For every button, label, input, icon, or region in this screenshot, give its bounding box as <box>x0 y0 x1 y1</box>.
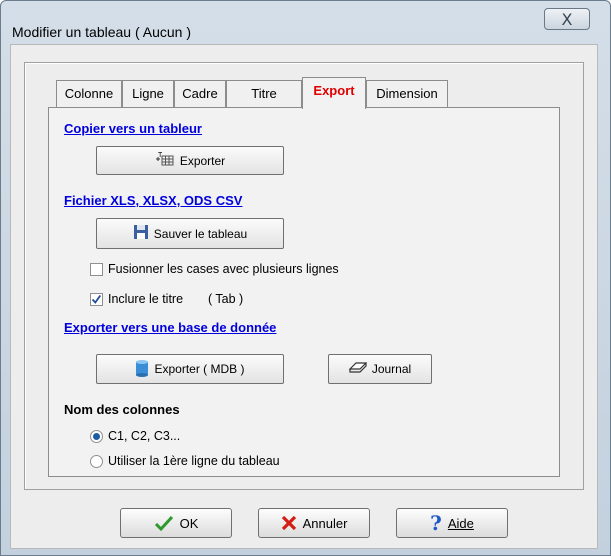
file-section-link[interactable]: Fichier XLS, XLSX, ODS CSV <box>64 193 242 208</box>
ok-label: OK <box>179 515 199 531</box>
close-button[interactable]: X <box>544 8 590 30</box>
export-mdb-button[interactable]: Exporter ( MDB ) <box>96 354 284 384</box>
eraser-icon <box>348 361 368 378</box>
journal-label: Journal <box>371 362 412 376</box>
include-title-checkbox[interactable] <box>90 293 103 306</box>
tab-cadre[interactable]: Cadre <box>174 80 226 107</box>
columns-name-heading: Nom des colonnes <box>64 402 180 417</box>
db-section-link[interactable]: Exporter vers une base de donnée <box>64 320 276 335</box>
help-button[interactable]: ? Aide <box>396 508 508 538</box>
tab-hint: ( Tab ) <box>208 292 244 306</box>
journal-button[interactable]: Journal <box>328 354 432 384</box>
merge-cells-checkbox[interactable] <box>90 263 103 276</box>
checkmark-icon <box>91 294 102 304</box>
window-title: Modifier un tableau ( Aucun ) <box>12 24 191 40</box>
radio-c1-c2-c3[interactable] <box>90 430 103 443</box>
check-icon <box>154 515 173 531</box>
close-icon: X <box>561 10 573 29</box>
tab-ligne[interactable]: Ligne <box>122 80 174 107</box>
cross-icon <box>281 515 296 531</box>
radio-c1-label: C1, C2, C3... <box>108 429 181 443</box>
tab-titre[interactable]: Titre <box>226 80 302 107</box>
save-disk-icon <box>133 224 149 243</box>
cancel-button[interactable]: Annuler <box>258 508 370 538</box>
save-table-button[interactable]: Sauver le tableau <box>96 218 284 249</box>
copy-section-link[interactable]: Copier vers un tableur <box>64 121 202 136</box>
radio-dot-icon <box>93 433 100 440</box>
save-table-label: Sauver le tableau <box>153 226 248 241</box>
export-button[interactable]: T Exporter <box>96 146 284 175</box>
tab-dimension[interactable]: Dimension <box>366 80 448 107</box>
export-button-label: Exporter <box>179 153 226 168</box>
include-title-label: Inclure le titre <box>108 292 184 306</box>
tab-colonne[interactable]: Colonne <box>56 80 122 107</box>
radio-first-line-label: Utiliser la 1ère ligne du tableau <box>108 454 280 468</box>
radio-first-line[interactable] <box>90 455 103 468</box>
help-question-icon: ? <box>430 511 442 535</box>
help-label: Aide <box>447 515 474 531</box>
export-mdb-label: Exporter ( MDB ) <box>154 362 245 376</box>
tab-export[interactable]: Export <box>302 77 366 109</box>
database-icon <box>135 359 149 380</box>
table-export-icon: T <box>155 151 175 170</box>
merge-cells-label: Fusionner les cases avec plusieurs ligne… <box>108 262 339 276</box>
ok-button[interactable]: OK <box>120 508 232 538</box>
cancel-label: Annuler <box>302 515 348 531</box>
